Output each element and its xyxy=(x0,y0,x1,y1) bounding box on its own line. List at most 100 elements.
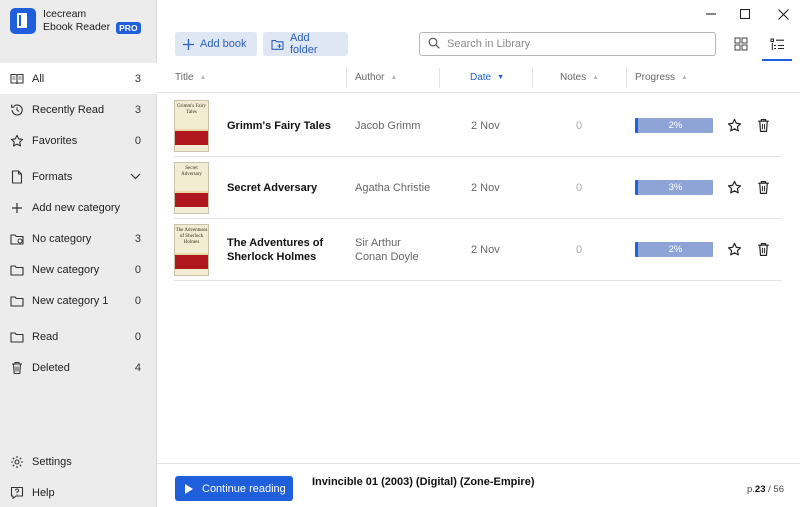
sort-caret-icon: ▲ xyxy=(390,74,398,81)
sidebar-item-deleted[interactable]: Deleted 4 xyxy=(0,352,157,383)
table-row[interactable]: Grimm's Fairy Tales Grimm's Fairy Tales … xyxy=(174,95,782,157)
column-header-title[interactable]: Title ▲ xyxy=(175,72,206,83)
search-icon xyxy=(428,37,440,52)
sidebar-item-settings[interactable]: Settings xyxy=(0,446,157,477)
book-title: Grimm's Fairy Tales xyxy=(227,120,331,132)
book-author: Sir Arthur Conan Doyle xyxy=(355,236,419,264)
reading-progress-value: 2% xyxy=(668,244,683,255)
book-cover: Grimm's Fairy Tales xyxy=(174,100,209,152)
sidebar-item-label: All xyxy=(32,72,45,85)
search-input[interactable] xyxy=(447,38,697,50)
book-date: 2 Nov xyxy=(471,120,500,132)
reading-progress-bar: 2% xyxy=(635,242,713,257)
table-row[interactable]: Secret Adversary Secret Adversary Agatha… xyxy=(174,157,782,219)
add-folder-label: Add folder xyxy=(290,32,318,56)
sidebar-item-no-category[interactable]: No category 3 xyxy=(0,223,157,254)
book-cover: Secret Adversary xyxy=(174,162,209,214)
column-header-label: Progress xyxy=(635,72,676,83)
close-button[interactable] xyxy=(774,6,792,22)
column-header-progress[interactable]: Progress ▲ xyxy=(635,72,688,83)
sidebar-item-count: 0 xyxy=(134,263,141,276)
sort-caret-icon: ▲ xyxy=(681,74,688,81)
folder-icon xyxy=(10,263,24,277)
app-name-line1: Icecream xyxy=(43,8,87,20)
list-view-button[interactable] xyxy=(767,34,787,54)
sidebar-item-formats[interactable]: Formats xyxy=(0,161,157,192)
favorite-star-icon[interactable] xyxy=(726,241,742,257)
book-open-icon xyxy=(10,72,24,86)
sidebar-item-label: Settings xyxy=(32,455,72,468)
close-icon xyxy=(777,8,789,20)
column-header-date[interactable]: Date ▼ xyxy=(470,72,504,83)
book-cover-title: The Adventures of Sherlock Holmes xyxy=(175,225,208,253)
sidebar-item-recently-read[interactable]: Recently Read 3 xyxy=(0,94,157,125)
column-divider xyxy=(439,68,440,88)
sidebar-item-new-category[interactable]: New category 0 xyxy=(0,254,157,285)
book-author: Jacob Grimm xyxy=(355,120,421,132)
reading-progress-bar: 2% xyxy=(635,118,713,133)
list-view-icon xyxy=(770,38,784,50)
book-author-line: Conan Doyle xyxy=(355,251,419,263)
reading-progress-value: 2% xyxy=(668,120,683,131)
add-folder-button[interactable]: Add folder xyxy=(263,32,348,56)
sidebar-item-help[interactable]: Help xyxy=(0,477,157,507)
app-brand: Icecream Ebook Reader PRO xyxy=(10,8,141,34)
app-name: Icecream Ebook Reader PRO xyxy=(43,8,141,34)
book-author: Agatha Christie xyxy=(355,182,431,194)
sidebar-item-label: Formats xyxy=(32,170,73,183)
sidebar-item-all[interactable]: All 3 xyxy=(0,63,157,94)
continue-reading-button[interactable]: Continue reading xyxy=(175,476,293,501)
column-header-label: Notes xyxy=(560,72,587,83)
folder-plus-icon xyxy=(271,39,284,50)
book-title: The Adventures of Sherlock Holmes xyxy=(227,236,323,264)
sidebar-item-label: New category 1 xyxy=(32,294,109,307)
folder-icon xyxy=(10,232,24,246)
folder-icon xyxy=(10,294,24,308)
active-view-indicator xyxy=(762,59,792,61)
add-book-button[interactable]: Add book xyxy=(175,32,257,56)
trash-icon xyxy=(10,361,24,375)
maximize-button[interactable] xyxy=(736,6,754,22)
book-cover-title: Secret Adversary xyxy=(175,163,208,191)
book-cover-title: Grimm's Fairy Tales xyxy=(175,101,208,129)
favorite-star-icon[interactable] xyxy=(726,179,742,195)
reading-footer: Continue reading Invincible 01 (2003) (D… xyxy=(157,463,800,507)
minimize-button[interactable] xyxy=(702,6,720,22)
column-header-notes[interactable]: Notes ▲ xyxy=(560,72,599,83)
sidebar-item-count: 4 xyxy=(134,361,141,374)
grid-view-button[interactable] xyxy=(731,34,751,54)
current-book-title: Invincible 01 (2003) (Digital) (Zone-Emp… xyxy=(312,476,535,488)
sidebar-item-favorites[interactable]: Favorites 0 xyxy=(0,125,157,156)
delete-trash-icon[interactable] xyxy=(755,117,771,133)
search-box[interactable] xyxy=(419,32,716,56)
book-notes-count: 0 xyxy=(576,120,583,132)
page-indicator: p.23 / 56 xyxy=(747,484,784,495)
column-header-label: Author xyxy=(355,72,385,83)
sort-caret-icon: ▲ xyxy=(199,74,207,81)
minimize-icon xyxy=(706,13,716,15)
book-title-line: The Adventures of xyxy=(227,237,324,249)
chevron-down-icon[interactable] xyxy=(130,171,141,183)
sidebar-item-label: New category xyxy=(32,263,100,276)
sidebar-item-new-category-1[interactable]: New category 1 0 xyxy=(0,285,157,316)
delete-trash-icon[interactable] xyxy=(755,179,771,195)
table-row[interactable]: The Adventures of Sherlock Holmes The Ad… xyxy=(174,219,782,281)
sidebar-item-count: 3 xyxy=(134,232,141,245)
sort-caret-icon: ▲ xyxy=(592,74,600,81)
book-author-line: Sir Arthur xyxy=(355,237,401,249)
sidebar-item-read[interactable]: Read 0 xyxy=(0,321,157,352)
column-header-author[interactable]: Author ▲ xyxy=(355,72,397,83)
sidebar-item-add-category[interactable]: Add new category xyxy=(0,192,157,223)
book-title-line: Sherlock Holmes xyxy=(227,251,317,263)
grid-view-icon xyxy=(734,37,748,51)
sidebar-item-label: Deleted xyxy=(32,361,70,374)
app-logo-icon xyxy=(10,8,36,34)
sidebar-item-label: Favorites xyxy=(32,134,78,147)
sidebar-item-count: 0 xyxy=(134,134,141,147)
delete-trash-icon[interactable] xyxy=(755,241,771,257)
reading-progress-value: 3% xyxy=(668,182,683,193)
page-current: 23 xyxy=(754,484,766,495)
page-prefix: p. xyxy=(746,484,755,495)
plus-icon xyxy=(10,201,24,215)
favorite-star-icon[interactable] xyxy=(726,117,742,133)
